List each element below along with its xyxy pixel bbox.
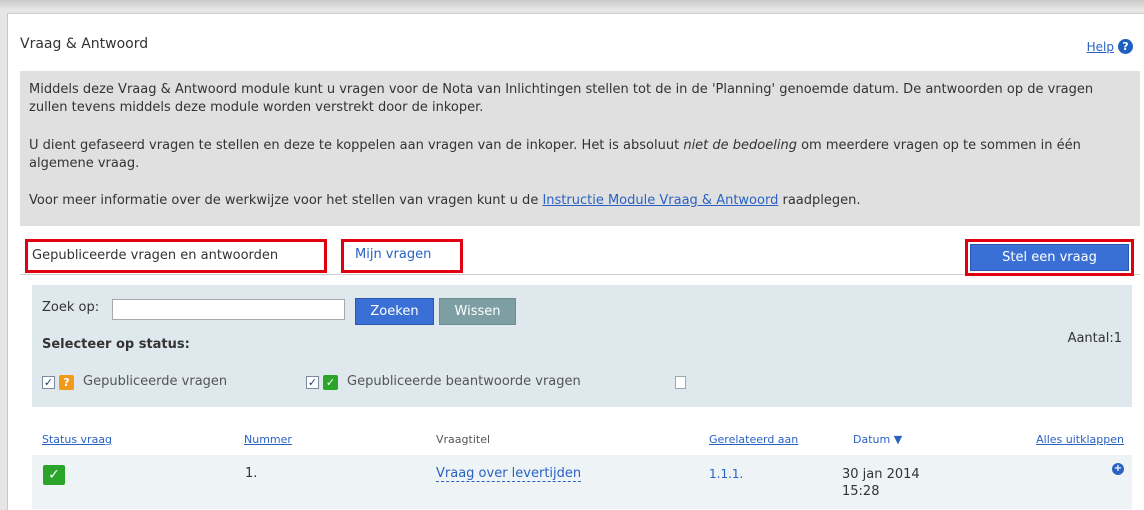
qa-panel: Vraag & Antwoord Help ? Middels deze Vra… bbox=[7, 13, 1144, 510]
table-row[interactable]: ✓ 1. Vraag over levertijden 1.1.1. 30 ja… bbox=[32, 455, 1132, 509]
question-title[interactable]: Vraag over levertijden bbox=[436, 466, 582, 482]
ask-question-highlight: Stel een vraag bbox=[965, 239, 1134, 276]
result-count: Aantal:1 bbox=[1067, 331, 1122, 346]
col-header-date[interactable]: Datum ▼ bbox=[853, 433, 902, 446]
tab-bar: Gepubliceerde vragen en antwoorden Mijn … bbox=[20, 226, 1140, 276]
info-text: raadplegen. bbox=[778, 193, 861, 208]
ask-question-button[interactable]: Stel een vraag bbox=[970, 244, 1129, 271]
instruction-link[interactable]: Instructie Module Vraag & Antwoord bbox=[542, 193, 778, 208]
time-value: 15:28 bbox=[842, 484, 880, 499]
info-box: Middels deze Vraag & Antwoord module kun… bbox=[20, 71, 1140, 226]
search-button[interactable]: Zoeken bbox=[355, 298, 434, 325]
info-text: U dient gefaseerd vragen te stellen en d… bbox=[29, 138, 684, 153]
status-label-published: Gepubliceerde vragen bbox=[83, 374, 228, 389]
date-value: 30 jan 2014 bbox=[842, 467, 920, 482]
page-title: Vraag & Antwoord bbox=[20, 36, 149, 52]
info-text: Voor meer informatie over de werkwijze v… bbox=[29, 193, 543, 208]
info-paragraph-3: Voor meer informatie over de werkwijze v… bbox=[29, 192, 1134, 210]
status-filter-label: Selecteer op status: bbox=[42, 337, 190, 352]
tab-my-questions[interactable]: Mijn vragen bbox=[341, 239, 463, 273]
info-paragraph-1: Middels deze Vraag & Antwoord module kun… bbox=[29, 82, 1094, 115]
search-label: Zoek op: bbox=[42, 300, 100, 315]
col-header-related[interactable]: Gerelateerd aan bbox=[709, 433, 798, 446]
help-link[interactable]: Help ? bbox=[1087, 39, 1133, 54]
check-icon: ✓ bbox=[323, 375, 338, 390]
status-label-answered: Gepubliceerde beantwoorde vragen bbox=[347, 374, 581, 389]
check-icon: ✓ bbox=[43, 465, 65, 485]
col-header-title: Vraagtitel bbox=[436, 433, 491, 446]
status-checkbox-published[interactable]: ✓ bbox=[42, 376, 55, 389]
question-date: 30 jan 2014 15:28 bbox=[842, 466, 920, 500]
status-checkbox-partial[interactable] bbox=[675, 376, 686, 389]
help-label[interactable]: Help bbox=[1087, 40, 1114, 54]
related-link[interactable]: 1.1.1. bbox=[709, 467, 743, 481]
question-icon: ? bbox=[59, 375, 74, 390]
clear-button[interactable]: Wissen bbox=[439, 298, 516, 325]
question-title-link[interactable]: Vraag over levertijden bbox=[436, 466, 582, 482]
col-header-status[interactable]: Status vraag bbox=[42, 433, 112, 446]
info-paragraph-2: U dient gefaseerd vragen te stellen en d… bbox=[29, 137, 1134, 173]
status-checkbox-answered[interactable]: ✓ bbox=[306, 376, 319, 389]
info-emphasis: niet de bedoeling bbox=[683, 138, 797, 153]
question-circle-icon[interactable]: ? bbox=[1118, 39, 1133, 54]
search-input[interactable] bbox=[112, 299, 345, 320]
filter-panel: Zoek op: Zoeken Wissen Selecteer op stat… bbox=[32, 285, 1132, 407]
expand-all-link[interactable]: Alles uitklappen bbox=[1036, 433, 1124, 446]
panel-header: Vraag & Antwoord Help ? bbox=[8, 14, 1144, 56]
expand-plus-icon[interactable]: + bbox=[1112, 463, 1124, 475]
tab-published-questions[interactable]: Gepubliceerde vragen en antwoorden bbox=[25, 239, 327, 273]
col-header-number[interactable]: Nummer bbox=[244, 433, 292, 446]
top-strip bbox=[0, 0, 1144, 10]
question-number: 1. bbox=[245, 466, 258, 481]
